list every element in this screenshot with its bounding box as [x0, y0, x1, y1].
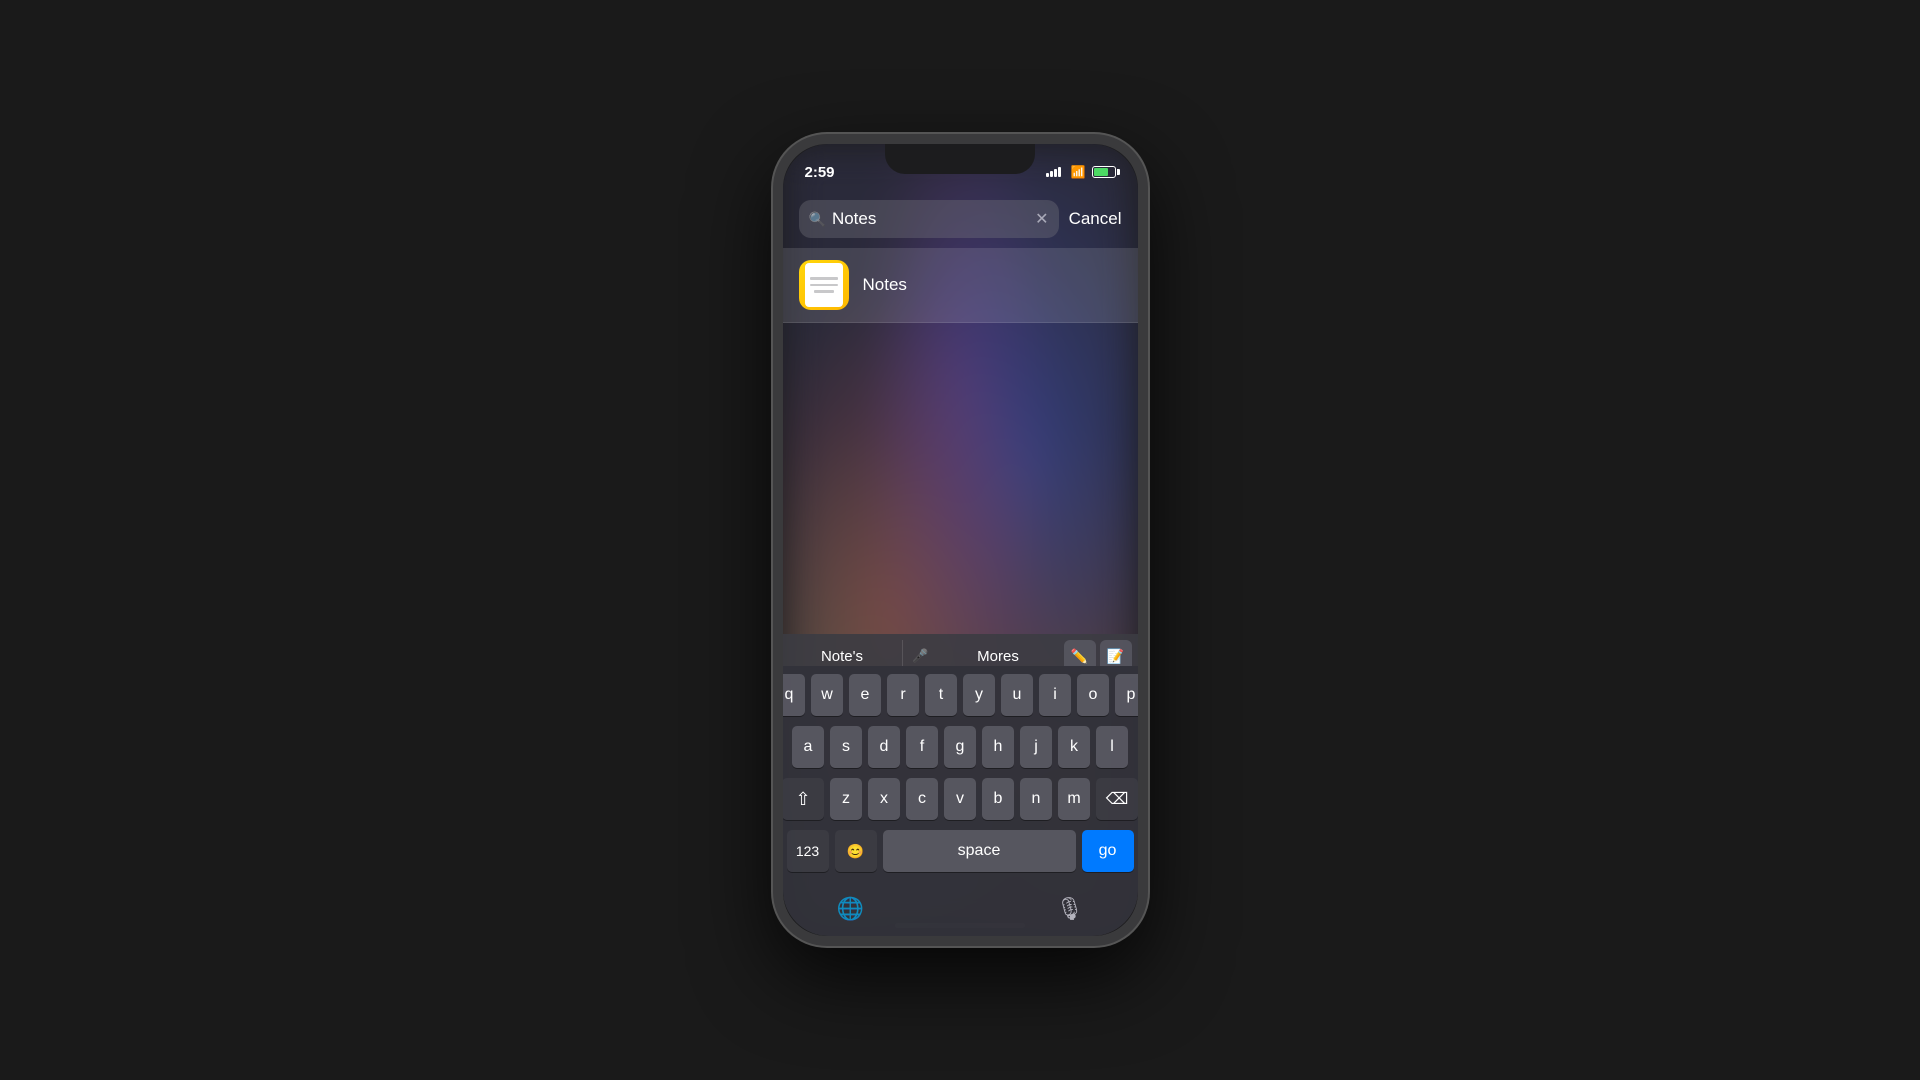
key-e[interactable]: e — [849, 674, 881, 716]
signal-bar-2 — [1050, 171, 1053, 177]
signal-bar-4 — [1058, 167, 1061, 177]
search-result-notes[interactable]: Notes — [783, 248, 1138, 323]
shift-key[interactable]: ⇧ — [783, 778, 825, 820]
key-o[interactable]: o — [1077, 674, 1109, 716]
main-content: 🔍 Notes ✕ Cancel Notes — [783, 188, 1138, 936]
wifi-icon: 📶 — [1071, 165, 1086, 179]
delete-key[interactable]: ⌫ — [1096, 778, 1138, 820]
status-icons: 📶 — [1046, 165, 1116, 179]
phone-screen: 2:59 📶 — [783, 144, 1138, 936]
keyboard-bottom-bar: 🌐 🎙 — [787, 882, 1134, 936]
key-l[interactable]: l — [1096, 726, 1128, 768]
number-key[interactable]: 123 — [787, 830, 829, 872]
note-line-2 — [810, 284, 838, 287]
search-clear-button[interactable]: ✕ — [1035, 209, 1048, 229]
keyboard-row-2: a s d f g h j k l — [787, 726, 1134, 768]
key-i[interactable]: i — [1039, 674, 1071, 716]
key-b[interactable]: b — [982, 778, 1014, 820]
key-h[interactable]: h — [982, 726, 1014, 768]
key-c[interactable]: c — [906, 778, 938, 820]
key-y[interactable]: y — [963, 674, 995, 716]
notes-app-name: Notes — [863, 275, 907, 295]
search-input-value[interactable]: Notes — [832, 209, 1029, 229]
search-icon: 🔍 — [809, 211, 826, 228]
battery-icon — [1092, 166, 1116, 178]
key-w[interactable]: w — [811, 674, 843, 716]
mute-button — [773, 264, 774, 300]
note-line-3 — [814, 290, 834, 293]
mic-suggestion-icon[interactable]: 🎤 — [903, 648, 939, 664]
key-m[interactable]: m — [1058, 778, 1090, 820]
cancel-button[interactable]: Cancel — [1069, 209, 1122, 229]
notes-icon-inner — [805, 263, 843, 307]
key-p[interactable]: p — [1115, 674, 1138, 716]
notes-app-icon — [799, 260, 849, 310]
keyboard: q w e r t y u i o p a s d f g — [783, 666, 1138, 936]
volume-down-button — [773, 392, 774, 456]
key-q[interactable]: q — [783, 674, 806, 716]
key-n[interactable]: n — [1020, 778, 1052, 820]
key-g[interactable]: g — [944, 726, 976, 768]
search-bar[interactable]: 🔍 Notes ✕ — [799, 200, 1059, 238]
key-x[interactable]: x — [868, 778, 900, 820]
phone-device: 2:59 📶 — [773, 134, 1148, 946]
key-a[interactable]: a — [792, 726, 824, 768]
keyboard-row-3: ⇧ z x c v b n m ⌫ — [787, 778, 1134, 820]
key-j[interactable]: j — [1020, 726, 1052, 768]
notch — [885, 144, 1035, 174]
key-r[interactable]: r — [887, 674, 919, 716]
go-key[interactable]: go — [1082, 830, 1134, 872]
keyboard-row-4: 123 😊 space go — [787, 830, 1134, 872]
volume-up-button — [773, 314, 774, 378]
search-results: Notes — [783, 248, 1138, 323]
microphone-icon[interactable]: 🎙 — [1056, 896, 1084, 922]
emoji-key[interactable]: 😊 — [835, 830, 877, 872]
note-line-1 — [810, 277, 838, 280]
key-k[interactable]: k — [1058, 726, 1090, 768]
key-z[interactable]: z — [830, 778, 862, 820]
signal-bar-1 — [1046, 173, 1049, 177]
status-time: 2:59 — [805, 164, 835, 181]
power-button — [1147, 324, 1148, 414]
key-d[interactable]: d — [868, 726, 900, 768]
search-area: 🔍 Notes ✕ Cancel — [783, 188, 1138, 248]
globe-icon[interactable]: 🌐 — [837, 896, 864, 922]
keyboard-row-1: q w e r t y u i o p — [787, 674, 1134, 716]
key-t[interactable]: t — [925, 674, 957, 716]
key-s[interactable]: s — [830, 726, 862, 768]
key-v[interactable]: v — [944, 778, 976, 820]
space-key[interactable]: space — [883, 830, 1076, 872]
signal-icon — [1046, 167, 1061, 177]
battery-fill — [1094, 168, 1108, 176]
signal-bar-3 — [1054, 169, 1057, 177]
key-f[interactable]: f — [906, 726, 938, 768]
key-u[interactable]: u — [1001, 674, 1033, 716]
